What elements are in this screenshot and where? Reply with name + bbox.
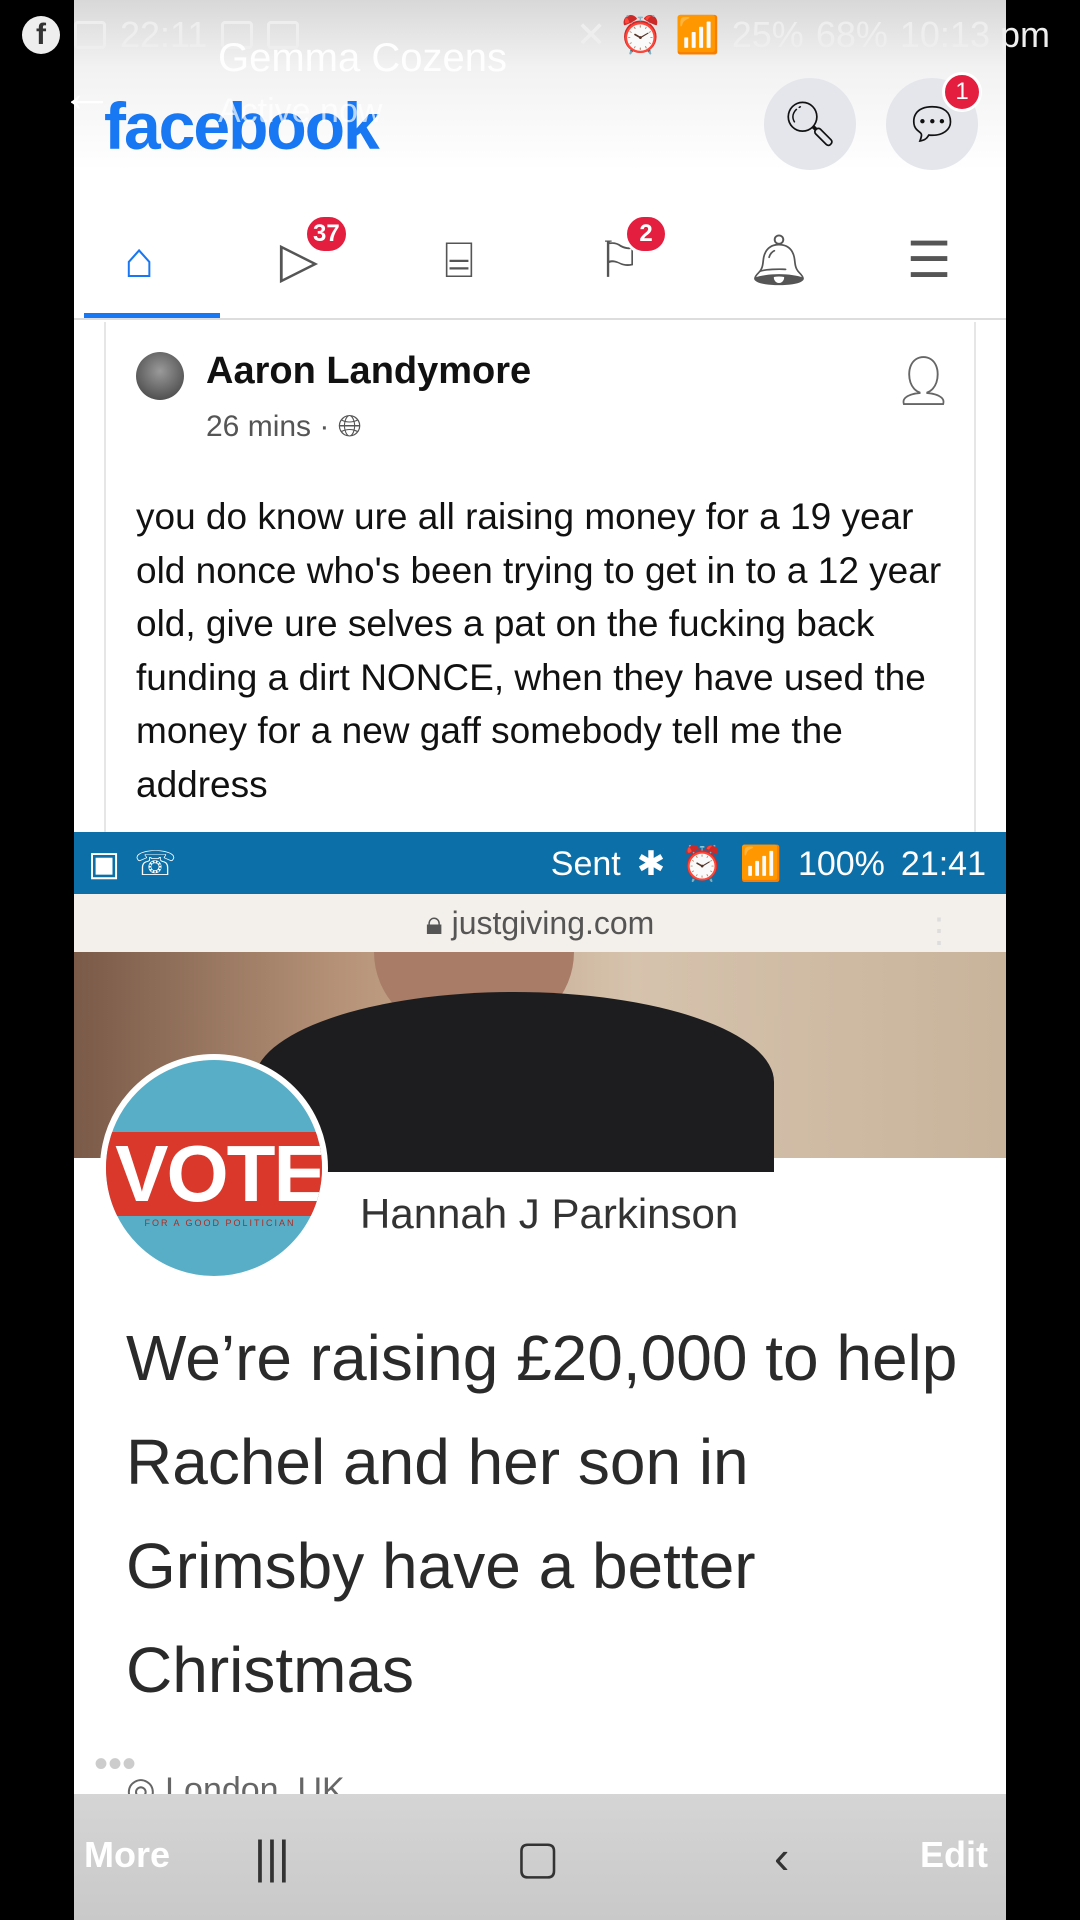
sent-label: Sent (550, 844, 621, 883)
back-button-icon[interactable]: ‹ (774, 1830, 789, 1884)
back-arrow-icon[interactable]: ← (60, 62, 114, 124)
inner-status-bar: ▣ ☏ Sent ✱ ⏰ 📶 100% 21:41 (74, 832, 1006, 894)
search-button[interactable]: 🔍︎ (764, 78, 856, 170)
post-meta: 26 mins · 🌐︎ (206, 410, 362, 444)
facebook-nav-bar: ⌂ ▷ 37 ⌸ ⚐ 2 🔔︎ ☰ (74, 200, 1006, 320)
meta-separator: · (319, 410, 338, 443)
post-author[interactable]: Aaron Landymore (206, 350, 531, 393)
photo-hoodie (254, 992, 774, 1172)
lock-icon: 🔒︎ (425, 905, 452, 941)
tab-pages[interactable]: ⚐ 2 (574, 214, 668, 300)
url-text: justgiving.com (451, 905, 655, 941)
search-icon: 🔍︎ (782, 100, 838, 149)
tab-watch[interactable]: ▷ 37 (254, 214, 349, 300)
post-time[interactable]: 26 mins (206, 410, 311, 443)
home-icon: ⌂ (123, 232, 155, 288)
inner-time: 21:41 (900, 844, 986, 883)
conversation-name: Gemma Cozens (218, 36, 507, 80)
mute-icon: ✕ (575, 14, 607, 55)
browser-url-bar[interactable]: 🔒︎ justgiving.com ⋮ (74, 894, 1006, 952)
organiser-avatar[interactable]: VOTE FOR A GOOD POLITICIAN (100, 1054, 328, 1282)
watch-badge: 37 (304, 214, 349, 254)
recent-apps-icon[interactable]: ||| (254, 1830, 290, 1884)
facebook-post: Aaron Landymore 26 mins · 🌐︎ 👤︎ you do k… (104, 322, 976, 832)
embedded-screenshot: ▣ ☏ Sent ✱ ⏰ 📶 100% 21:41 🔒︎ justgiving.… (74, 832, 1006, 1920)
home-button-icon[interactable]: ▢ (516, 1830, 559, 1884)
messenger-button[interactable]: 💬︎ 1 (886, 72, 982, 170)
globe-icon: 🌐︎ (337, 410, 362, 443)
overlay-time: 10:13 pm (899, 14, 1050, 55)
conversation-status: Active now (218, 92, 383, 130)
outer-signal-percent: 25% (731, 14, 804, 55)
phone-icon: ☏ (134, 845, 177, 883)
active-tab-indicator (84, 313, 220, 318)
facebook-screenshot: facebook 🔍︎ 💬︎ 1 ⌂ ▷ 37 ⌸ ⚐ 2 🔔︎ ☰ Aaron… (74, 0, 1006, 1920)
inner-battery-percent: 100% (797, 844, 885, 883)
tab-menu[interactable]: ☰ (884, 220, 974, 300)
bluetooth-icon: ✱ (636, 845, 666, 883)
more-button[interactable]: More (84, 1834, 170, 1876)
campaign-headline: We’re raising £20,000 to help Rachel and… (126, 1322, 958, 1706)
alarm-icon: ⏰ (618, 14, 663, 55)
edit-pen-icon[interactable]: ✎ (926, 1722, 976, 1792)
alarm-icon: ⏰ (681, 845, 724, 883)
gallery-icon (74, 21, 106, 49)
add-friend-icon[interactable]: 👤︎ (893, 352, 954, 409)
vote-logo-text: VOTE (106, 1132, 322, 1216)
post-text: you do know ure all raising money for a … (136, 496, 942, 805)
bell-icon: 🔔︎ (747, 231, 811, 288)
outer-status-time: 22:11 (120, 14, 208, 55)
tab-marketplace[interactable]: ⌸ (414, 220, 504, 300)
facebook-app-icon: f (22, 16, 60, 54)
outer-battery-percent: 68% (815, 14, 888, 55)
hamburger-menu-icon: ☰ (906, 232, 952, 288)
bottom-bar: More ||| ▢ ‹ Edit (74, 1794, 1006, 1920)
edit-button[interactable]: Edit (920, 1834, 988, 1876)
signal-icon: 📶 (674, 14, 720, 55)
tab-home[interactable]: ⌂ (94, 220, 184, 300)
tab-notifications[interactable]: 🔔︎ (734, 220, 824, 300)
marketplace-icon: ⌸ (444, 231, 474, 288)
gallery-icon: ▣ (88, 845, 121, 883)
pages-badge: 2 (624, 214, 668, 254)
organiser-name[interactable]: Hannah J Parkinson (360, 1190, 738, 1238)
outer-status-bar: f 22:11 ✕ ⏰ 📶 25% 68% 10:13 pm (0, 0, 1080, 80)
author-avatar[interactable] (136, 352, 184, 400)
vote-logo-subtext: FOR A GOOD POLITICIAN (144, 1218, 296, 1228)
wifi-icon: 📶 (739, 845, 782, 883)
